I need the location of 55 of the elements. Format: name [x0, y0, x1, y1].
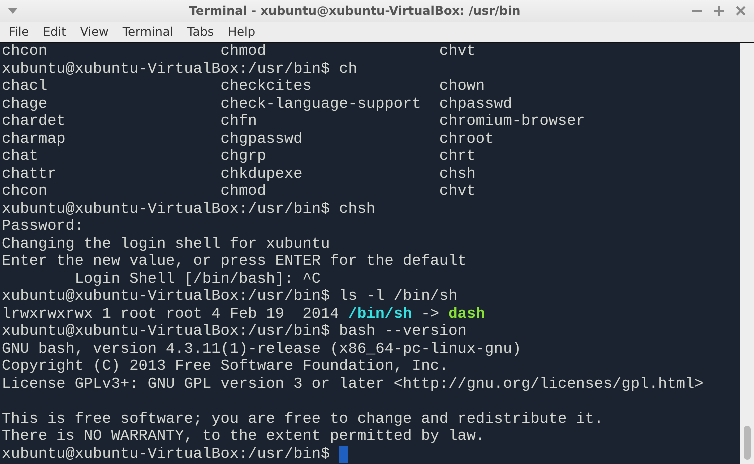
file-name: chardet: [2, 113, 67, 130]
file-name: chkdupexe: [220, 166, 304, 183]
terminal-text: lrwxrwxrwx 1 root root 4 Feb 19 2014: [2, 306, 340, 323]
terminal-text: /bin/sh: [348, 306, 412, 323]
terminal-text: xubuntu@xubuntu-VirtualBox:/usr/bin$ chsh: [2, 200, 376, 218]
file-name: chgrp: [220, 148, 268, 166]
terminal-text: Enter the new value, or press ENTER for the default: [2, 253, 467, 270]
menu-item[interactable]: File: [2, 25, 36, 39]
terminal-text: This is free software; you are free to change and redistribute it.: [2, 410, 604, 428]
file-name: chpasswd: [439, 96, 514, 113]
dropdown-icon[interactable]: [8, 8, 18, 14]
file-name: chrt: [439, 148, 477, 166]
menu-item[interactable]: Terminal: [116, 25, 181, 39]
menu-item[interactable]: Tabs: [180, 25, 222, 39]
terminal-text: Copyright (C) 2013 Free Software Foundation, Inc.: [2, 358, 449, 376]
terminal-text: Changing the login shell for xubuntu: [2, 236, 330, 253]
terminal-text: Login Shell [/bin/bash]: ^C: [74, 270, 321, 288]
file-name: chroot: [439, 130, 496, 148]
window-title: Terminal - xubuntu@xubuntu-VirtualBox: /usr/bin: [188, 4, 522, 18]
file-name: chcon: [2, 183, 49, 200]
terminal-text: ->: [420, 306, 440, 323]
file-name: chage: [2, 96, 49, 113]
file-name: chromium-browser: [439, 113, 586, 130]
terminal-text: xubuntu@xubuntu-VirtualBox:/usr/bin$ ch: [2, 60, 358, 78]
file-name: check-language-support: [220, 96, 422, 113]
file-name: chvt: [439, 43, 477, 60]
file-name: chsh: [439, 166, 477, 183]
terminal-text: xubuntu@xubuntu-VirtualBox:/usr/bin$ bash --version: [2, 323, 467, 340]
file-name: chacl: [2, 78, 49, 96]
scrollbar-thumb[interactable]: [744, 426, 750, 460]
file-name: chgpasswd: [220, 130, 304, 148]
close-icon[interactable]: [736, 6, 746, 16]
file-name: chat: [2, 148, 40, 166]
file-name: charmap: [2, 130, 67, 148]
terminal-text: xubuntu@xubuntu-VirtualBox:/usr/bin$: [2, 446, 332, 463]
menu-item[interactable]: Help: [221, 25, 262, 39]
terminal-text: There is NO WARRANTY, to the extent permitted by law.: [2, 428, 486, 446]
file-name: chattr: [2, 166, 58, 183]
terminal-text: xubuntu@xubuntu-VirtualBox:/usr/bin$ ls -l /bin/sh: [2, 288, 458, 306]
file-name: chown: [439, 78, 486, 96]
file-name: checkcites: [220, 78, 313, 96]
terminal-text: dash: [448, 306, 486, 323]
menu-item[interactable]: View: [73, 25, 116, 39]
terminal-area[interactable]: [0, 42, 754, 464]
file-name: chvt: [439, 183, 477, 200]
menu-item[interactable]: Edit: [36, 25, 74, 39]
scrollbar[interactable]: [740, 43, 754, 464]
file-name: chmod: [220, 183, 268, 200]
terminal-text: GNU bash, version 4.3.11(1)-release (x86_64-pc-linux-gnu): [2, 340, 522, 358]
terminal-text: License GPLv3+: GNU GPL version 3 or later <http://gnu.org/licenses/gpl.html>: [2, 376, 704, 393]
maximize-icon[interactable]: [714, 6, 724, 16]
terminal-text: Password:: [2, 218, 84, 236]
file-name: chfn: [220, 113, 258, 130]
file-name: chmod: [220, 43, 268, 60]
file-name: chcon: [2, 43, 49, 60]
